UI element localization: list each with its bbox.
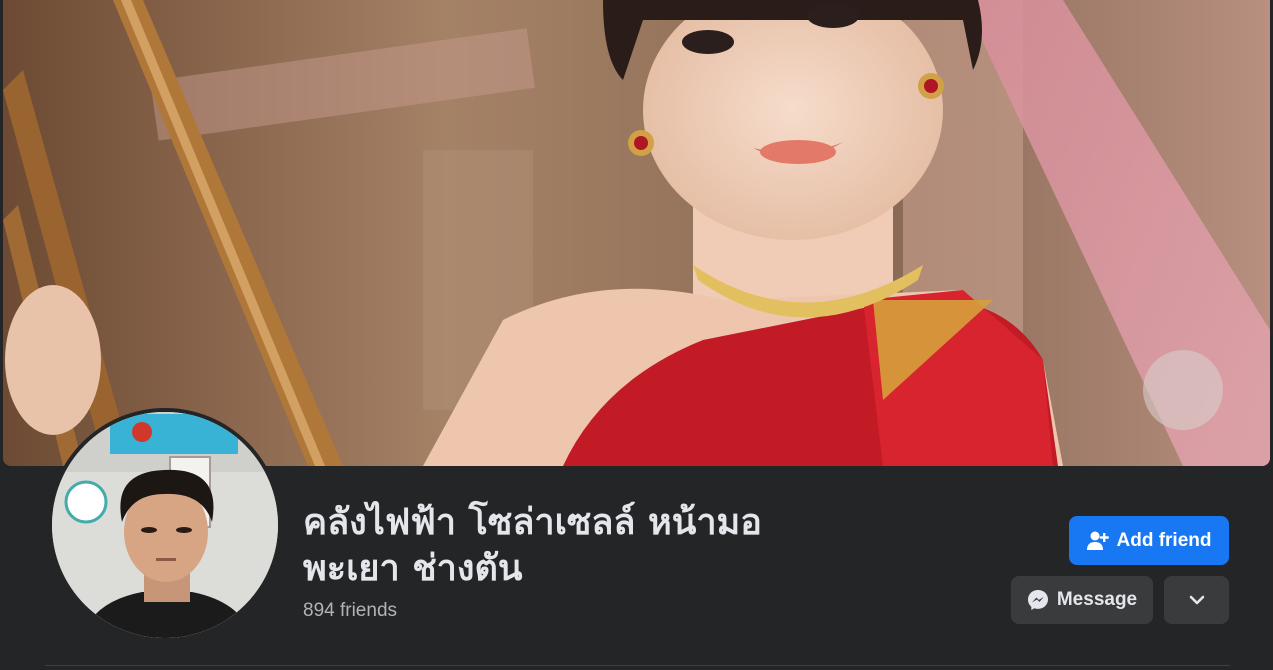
profile-avatar[interactable]	[48, 408, 282, 642]
person-plus-icon	[1086, 531, 1109, 551]
profile-name-line1: คลังไฟฟ้า โซล่าเซลล์ หน้ามอ	[303, 502, 762, 543]
messenger-icon	[1027, 589, 1049, 611]
avatar-photo	[52, 412, 278, 638]
more-options-button[interactable]	[1164, 576, 1229, 624]
profile-page: คลังไฟฟ้า โซล่าเซลล์ หน้ามอ พะเยา ช่างตั…	[0, 0, 1273, 670]
friends-count-link[interactable]: 894 friends	[303, 600, 397, 622]
header-divider	[45, 665, 1230, 666]
message-button[interactable]: Message	[1011, 576, 1153, 624]
cover-photo[interactable]	[3, 0, 1270, 466]
chevron-down-icon	[1189, 595, 1205, 605]
message-label: Message	[1056, 589, 1138, 610]
add-friend-label: Add friend	[1116, 529, 1212, 551]
profile-name-line2: พะเยา ช่างตัน	[303, 548, 523, 589]
cover-photo-image	[3, 0, 1270, 466]
avatar-image	[52, 412, 278, 638]
profile-name: คลังไฟฟ้า โซล่าเซลล์ หน้ามอ พะเยา ช่างตั…	[303, 500, 943, 592]
add-friend-button[interactable]: Add friend	[1069, 516, 1229, 565]
